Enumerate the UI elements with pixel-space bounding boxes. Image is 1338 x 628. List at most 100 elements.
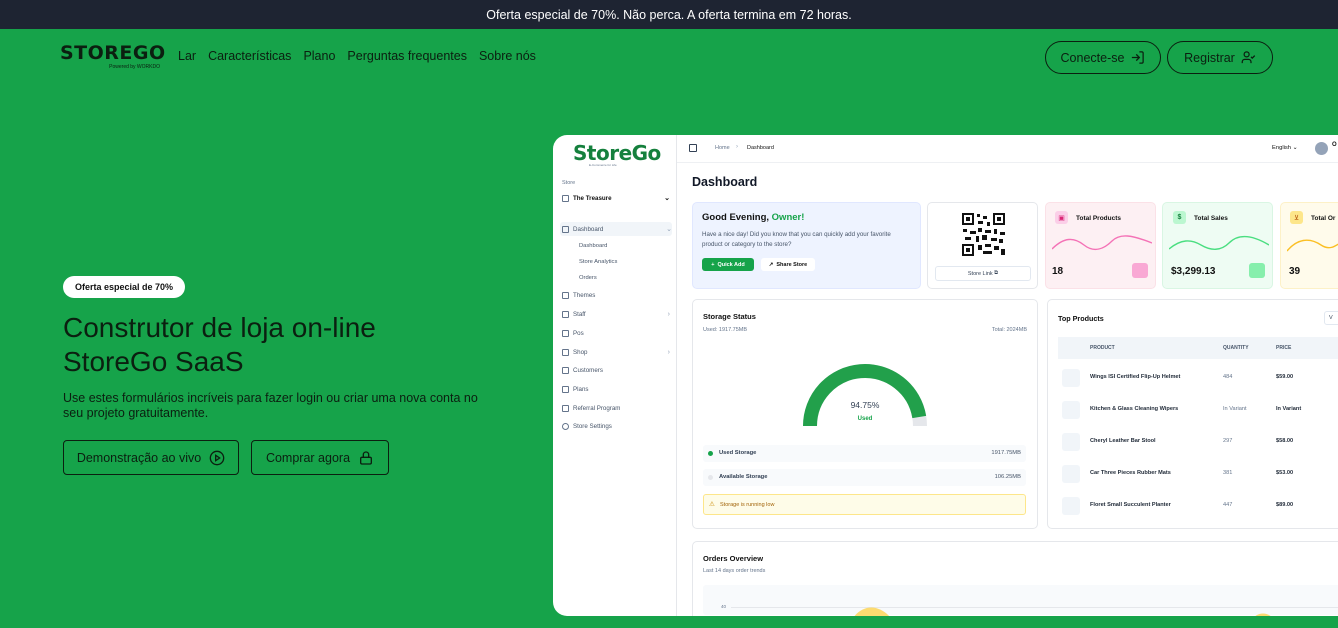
share-icon: ↗ — [768, 261, 774, 268]
stat-card-orders: ⊻ Total Or 39 — [1280, 202, 1338, 289]
login-button[interactable]: Conecte-se — [1045, 41, 1161, 74]
dashboard-logo: StoreGo — [573, 141, 661, 165]
view-all-button[interactable]: V — [1324, 311, 1338, 325]
product-quantity: 484 — [1223, 374, 1233, 380]
sidebar-item-shop[interactable]: Shop › — [562, 349, 670, 356]
storage-card: Storage Status Used: 1917.75MB Total: 20… — [692, 299, 1038, 529]
store-link-button[interactable]: Store Link ⧉ — [935, 266, 1031, 281]
sidebar-item-label: Dashboard — [573, 225, 604, 233]
sidebar-sub-dashboard[interactable]: Dashboard — [579, 243, 607, 249]
box-icon: ▣ — [1055, 211, 1068, 224]
orders-tick-label: 40 — [721, 604, 727, 609]
storage-warning-text: Storage is running low — [720, 502, 775, 508]
sidebar-item-settings[interactable]: Store Settings — [562, 423, 670, 430]
share-store-button[interactable]: ↗ Share Store — [761, 258, 815, 271]
sidebar-item-plans[interactable]: Plans — [562, 386, 670, 393]
stat-value: 18 — [1052, 266, 1064, 277]
product-quantity: 447 — [1223, 502, 1233, 508]
stat-label: Total Sales — [1194, 215, 1228, 222]
greeting-title: Good Evening, Owner! — [702, 212, 804, 223]
customers-icon — [562, 367, 569, 374]
orders-title: Orders Overview — [703, 554, 764, 563]
chevron-down-icon: ⌄ — [664, 195, 670, 202]
play-circle-icon — [209, 450, 225, 465]
plus-icon: + — [711, 261, 715, 268]
dashboard-logo-sub: E-Commerce for Life — [589, 163, 617, 167]
login-label: Conecte-se — [1060, 50, 1125, 65]
hero-title-line1: Construtor de loja on-line — [63, 312, 376, 343]
sidebar-item-customers[interactable]: Customers — [562, 367, 670, 374]
quick-add-button[interactable]: + Quick Add — [702, 258, 754, 271]
sidebar-sub-analytics[interactable]: Store Analytics — [579, 259, 617, 265]
home-icon — [562, 225, 569, 233]
qr-code-icon — [961, 212, 1006, 257]
brand-tagline: Powered by WORKDO — [109, 64, 160, 70]
login-icon — [1132, 51, 1145, 64]
sidebar-item-staff[interactable]: Staff › — [562, 311, 670, 318]
cart-icon: ⊻ — [1290, 211, 1303, 224]
stat-value: $3,299.13 — [1171, 266, 1216, 277]
bag-icon — [1132, 263, 1148, 278]
nav-link-features[interactable]: Características — [208, 49, 291, 63]
stat-sparkline — [1169, 235, 1269, 250]
available-storage-label: Available Storage — [719, 474, 768, 480]
nav-link-home[interactable]: Lar — [178, 49, 196, 63]
sidebar-item-themes[interactable]: Themes — [562, 292, 670, 299]
brand-logo[interactable]: STOREGO Powered by WORKDO — [60, 42, 166, 71]
available-dot-icon — [708, 475, 713, 480]
product-name: Kitchen & Glass Cleaning Wipers — [1090, 406, 1179, 412]
table-row[interactable]: Cheryl Leather Bar Stool 297 $58.00 — [1058, 429, 1338, 455]
language-label: English — [1272, 145, 1292, 151]
orders-subtitle: Last 14 days order trends — [703, 568, 766, 574]
user-check-icon — [1241, 51, 1256, 64]
greeting-prefix: Good Evening, — [702, 212, 772, 223]
product-quantity: 297 — [1223, 438, 1233, 444]
nav-link-faq[interactable]: Perguntas frequentes — [347, 49, 467, 63]
brand-name: STOREGO — [60, 42, 166, 64]
store-label: Store — [562, 180, 576, 186]
themes-icon — [562, 292, 569, 299]
live-demo-button[interactable]: Demonstração ao vivo — [63, 440, 239, 475]
store-selector[interactable]: The Treasure ⌄ — [562, 194, 670, 202]
storage-total-text: Total: 2024MB — [991, 327, 1027, 333]
table-row[interactable]: Wings ISI Certified Flip-Up Helmet 484 $59… — [1058, 365, 1338, 391]
sidebar-sub-orders[interactable]: Orders — [579, 275, 597, 281]
qr-card: Store Link ⧉ — [927, 202, 1038, 289]
nav-link-about[interactable]: Sobre nós — [479, 49, 536, 63]
product-thumbnail — [1062, 497, 1080, 515]
breadcrumb-separator-icon: › — [736, 144, 738, 150]
dashboard-header: Home › Dashboard English ⌄ O — [677, 135, 1338, 163]
column-header-product: PRODUCT — [1090, 345, 1115, 351]
sidebar-item-label: Plans — [573, 386, 589, 393]
stat-card-products: ▣ Total Products 18 — [1045, 202, 1156, 289]
product-thumbnail — [1062, 369, 1080, 387]
breadcrumb-home[interactable]: Home — [715, 145, 730, 151]
stat-label: Total Or — [1311, 215, 1336, 222]
sidebar-item-dashboard[interactable]: Dashboard ⌄ — [560, 222, 672, 236]
table-row[interactable]: Floret Small Succulent Planter 447 $89.00 — [1058, 493, 1338, 519]
used-dot-icon — [708, 451, 713, 456]
product-price: $58.00 — [1276, 438, 1294, 444]
sidebar-item-pos[interactable]: Pos — [562, 330, 670, 337]
sidebar-item-label: Staff — [573, 311, 586, 318]
storage-title: Storage Status — [703, 312, 756, 321]
dashboard-sidebar: StoreGo E-Commerce for Life Store The Tr… — [553, 135, 677, 616]
sidebar-item-label: Customers — [573, 367, 603, 374]
sidebar-item-referral[interactable]: Referral Program — [562, 405, 670, 412]
buy-now-button[interactable]: Comprar agora — [251, 440, 389, 475]
sales-bag-icon — [1249, 263, 1265, 278]
hero-title-line2: StoreGo SaaS — [63, 346, 244, 377]
table-row[interactable]: Car Three Pieces Rubber Mats 381 $53.00 — [1058, 461, 1338, 487]
language-selector[interactable]: English ⌄ — [1272, 145, 1297, 151]
share-store-label: Share Store — [776, 261, 808, 268]
product-price: In Variant — [1276, 406, 1302, 412]
register-button[interactable]: Registrar — [1167, 41, 1273, 74]
product-name: Cheryl Leather Bar Stool — [1090, 438, 1156, 444]
stat-sparkline — [1052, 235, 1152, 251]
store-icon — [562, 194, 569, 202]
table-row[interactable]: Kitchen & Glass Cleaning Wipers In Varian… — [1058, 397, 1338, 423]
sidebar-toggle-icon[interactable] — [689, 144, 697, 152]
register-label: Registrar — [1184, 50, 1235, 65]
nav-link-plan[interactable]: Plano — [303, 49, 335, 63]
avatar[interactable] — [1315, 142, 1328, 155]
